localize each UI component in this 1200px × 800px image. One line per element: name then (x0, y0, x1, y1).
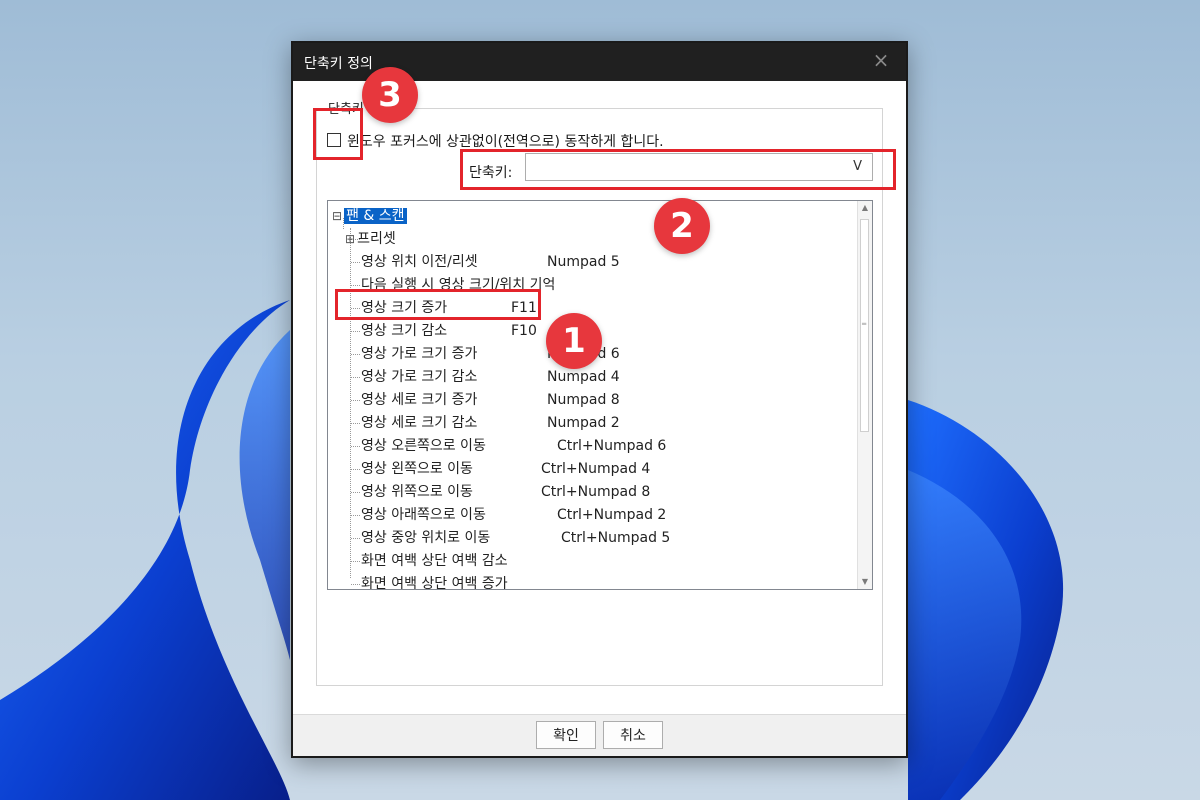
tree-line (351, 262, 360, 263)
tree-item-label: 영상 가로 크기 감소 (361, 369, 478, 385)
highlight-box-2 (460, 149, 896, 190)
tree-root[interactable]: ⊟ 팬 & 스캔 (332, 205, 407, 227)
tree-line (351, 377, 360, 378)
tree-line (351, 515, 360, 516)
marker-3: 3 (362, 67, 418, 123)
tree-item-label: 영상 중앙 위치로 이동 (361, 530, 491, 546)
scroll-thumb[interactable]: ═ (860, 219, 869, 432)
global-checkbox-label: 윈도우 포커스에 상관없이(전역으로) 동작하게 합니다. (347, 134, 664, 150)
tree-item[interactable]: 영상 중앙 위치로 이동 Ctrl+Numpad 5 (361, 527, 670, 549)
highlight-box-1 (335, 289, 541, 320)
tree-item-shortcut: Numpad 5 (547, 254, 620, 270)
tree-item-shortcut: Ctrl+Numpad 8 (541, 484, 651, 500)
command-tree[interactable]: ⊟ 팬 & 스캔 ⊞ 프리셋 영상 위치 이전/리셋 Numpad 5 다음 실행 시 영… (327, 200, 873, 590)
grip-icon: ═ (862, 320, 867, 328)
tree-item[interactable]: 화면 여백 상단 여백 감소 (361, 550, 508, 572)
tree-item[interactable]: 화면 여백 상단 여백 증가 (361, 573, 508, 590)
cancel-button[interactable]: 취소 (603, 721, 663, 749)
highlight-box-3 (313, 108, 363, 160)
tree-item-label: 영상 위쪽으로 이동 (361, 484, 473, 500)
ok-button[interactable]: 확인 (536, 721, 596, 749)
tree-item[interactable]: 영상 아래쪽으로 이동 Ctrl+Numpad 2 (361, 504, 666, 526)
tree-item[interactable]: ⊞ 프리셋 (345, 228, 396, 250)
tree-line (351, 446, 360, 447)
tree-root-label: 팬 & 스캔 (344, 208, 407, 224)
collapse-icon[interactable]: ⊟ (332, 209, 342, 223)
tree-item[interactable]: 영상 왼쪽으로 이동 Ctrl+Numpad 4 (361, 458, 650, 480)
tree-line (351, 400, 360, 401)
tree-line (351, 538, 360, 539)
tree-item[interactable]: 영상 위쪽으로 이동 Ctrl+Numpad 8 (361, 481, 650, 503)
tree-item[interactable]: 영상 위치 이전/리셋 Numpad 5 (361, 251, 620, 273)
tree-line (351, 584, 360, 585)
global-shortcut-option[interactable]: 윈도우 포커스에 상관없이(전역으로) 동작하게 합니다. (327, 131, 664, 151)
tree-item-shortcut: Numpad 8 (547, 392, 620, 408)
tree-item-label: 영상 크기 감소 (361, 323, 448, 339)
tree-item[interactable]: 영상 가로 크기 증가Numpad 6 (361, 343, 620, 365)
tree-item[interactable]: 영상 오른쪽으로 이동 Ctrl+Numpad 6 (361, 435, 666, 457)
tree-item-shortcut: Ctrl+Numpad 2 (557, 507, 667, 523)
marker-1: 1 (546, 313, 602, 369)
tree-item-label: 영상 왼쪽으로 이동 (361, 461, 473, 477)
tree-item-label: 영상 오른쪽으로 이동 (361, 438, 486, 454)
tree-line (351, 354, 360, 355)
tree-line (351, 561, 360, 562)
tree-line (350, 228, 351, 578)
tree-item-shortcut: F10 (511, 323, 537, 339)
tree-line (351, 331, 360, 332)
dialog-title: 단축키 정의 (304, 56, 373, 72)
expand-icon[interactable]: ⊞ (345, 232, 355, 246)
tree-item[interactable]: 영상 세로 크기 감소 Numpad 2 (361, 412, 620, 434)
tree-item-label: 영상 가로 크기 증가 (361, 346, 478, 362)
tree-item-shortcut: Ctrl+Numpad 6 (557, 438, 667, 454)
tree-item[interactable]: 영상 세로 크기 증가 Numpad 8 (361, 389, 620, 411)
tree-item-label: 영상 세로 크기 증가 (361, 392, 478, 408)
marker-2: 2 (654, 198, 710, 254)
dialog-footer: 확인 취소 (293, 714, 906, 756)
tree-item-shortcut: Ctrl+Numpad 4 (541, 461, 651, 477)
scroll-up-icon[interactable]: ▲ (858, 201, 872, 215)
tree-item-label: 영상 세로 크기 감소 (361, 415, 478, 431)
tree-item-label: 화면 여백 상단 여백 감소 (361, 553, 508, 569)
tree-line (351, 423, 360, 424)
tree-line (351, 285, 360, 286)
tree-line (351, 469, 360, 470)
tree-item-label: 영상 위치 이전/리셋 (361, 254, 478, 270)
tree-item-label: 프리셋 (357, 231, 396, 247)
tree-item-shortcut: Numpad 2 (547, 415, 620, 431)
tree-item-shortcut: Ctrl+Numpad 5 (561, 530, 671, 546)
scroll-down-icon[interactable]: ▼ (858, 575, 872, 589)
close-icon[interactable]: × (870, 49, 892, 71)
tree-line (351, 492, 360, 493)
tree-item-label: 영상 아래쪽으로 이동 (361, 507, 486, 523)
tree-item-label: 화면 여백 상단 여백 증가 (361, 576, 508, 590)
tree-item[interactable]: 영상 가로 크기 감소 Numpad 4 (361, 366, 620, 388)
tree-item-shortcut: Numpad 4 (547, 369, 620, 385)
tree-scrollbar[interactable]: ▲ ═ ▼ (857, 201, 872, 589)
tree-item[interactable]: 영상 크기 감소 F10 (361, 320, 537, 342)
